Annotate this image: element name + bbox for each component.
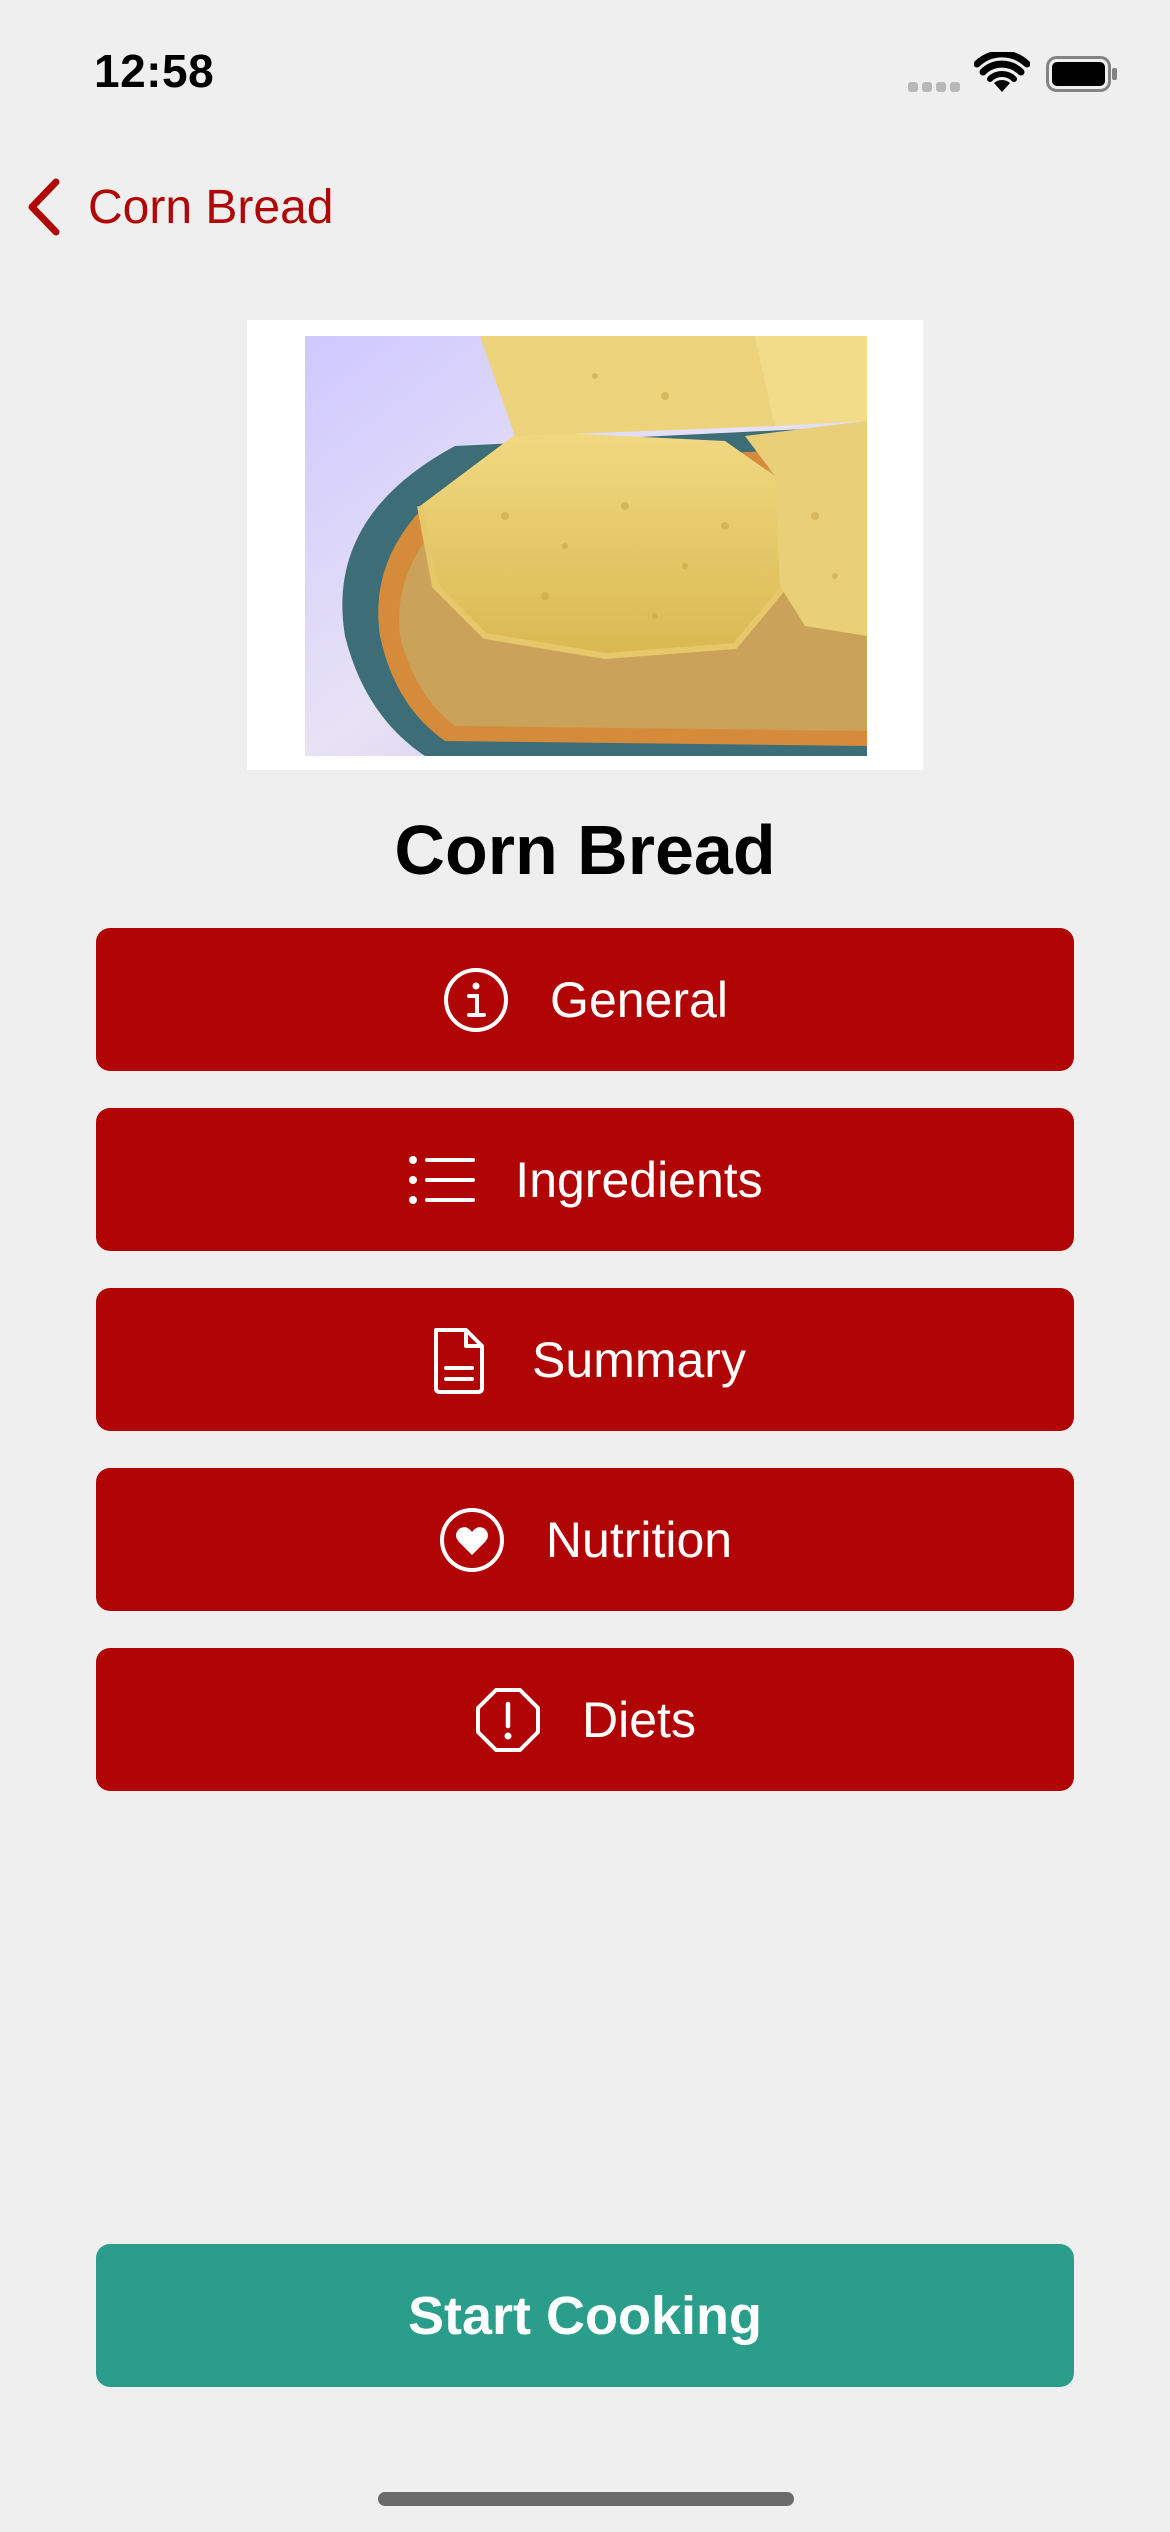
home-indicator[interactable] <box>378 2492 794 2506</box>
status-time: 12:58 <box>94 45 215 97</box>
diets-button[interactable]: Diets <box>96 1648 1074 1791</box>
document-icon <box>424 1326 492 1394</box>
nutrition-button[interactable]: Nutrition <box>96 1468 1074 1611</box>
cellular-signal-icon <box>908 82 960 92</box>
exclamation-octagon-icon <box>474 1686 542 1754</box>
battery-icon <box>1046 56 1117 92</box>
back-button-label: Corn Bread <box>88 180 334 234</box>
list-bullet-icon <box>407 1146 476 1214</box>
ingredients-button[interactable]: Ingredients <box>96 1108 1074 1251</box>
status-icons <box>908 52 1118 96</box>
nutrition-button-label: Nutrition <box>545 1511 733 1568</box>
recipe-title: Corn Bread <box>394 811 776 889</box>
summary-button-label: Summary <box>532 1331 746 1388</box>
summary-button[interactable]: Summary <box>96 1288 1074 1431</box>
diets-button-label: Diets <box>582 1691 696 1748</box>
ingredients-button-label: Ingredients <box>515 1151 763 1208</box>
general-button[interactable]: General <box>96 928 1074 1071</box>
wifi-icon <box>974 52 1030 92</box>
cornbread-photo <box>305 336 867 756</box>
back-button[interactable]: Corn Bread <box>22 170 333 244</box>
chevron-left-icon <box>28 178 60 236</box>
general-button-label: General <box>550 971 728 1028</box>
start-cooking-button[interactable]: Start Cooking <box>96 2244 1074 2387</box>
info-circle-icon <box>442 966 510 1034</box>
status-bar: 12:58 <box>0 0 1170 140</box>
heart-circle-icon <box>438 1506 506 1574</box>
recipe-image-frame <box>247 320 923 770</box>
